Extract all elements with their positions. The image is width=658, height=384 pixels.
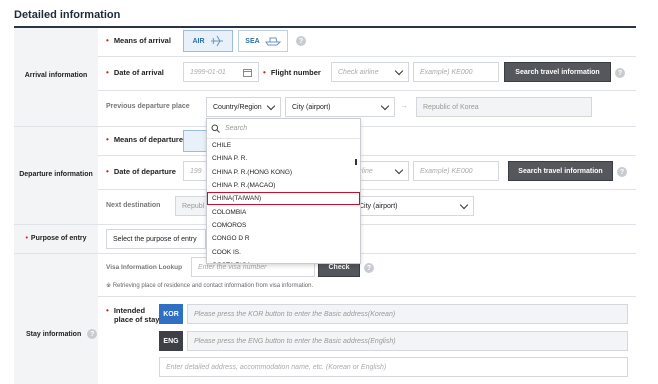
dropdown-option[interactable]: CHINA P. R.(MACAO) bbox=[207, 179, 360, 192]
eng-address-field: Please press the ENG button to enter the… bbox=[187, 331, 628, 351]
visa-lookup-label: Visa Information Lookup bbox=[106, 264, 183, 271]
sea-button[interactable]: SEA bbox=[238, 30, 288, 52]
dropdown-option[interactable]: CHILE bbox=[207, 139, 360, 152]
chevron-down-icon bbox=[394, 66, 404, 75]
visa-note: ※ Retrieving place of residence and cont… bbox=[106, 283, 314, 289]
flight-number-input[interactable]: Example) KE000 bbox=[413, 62, 499, 82]
dropdown-option[interactable]: COMOROS bbox=[207, 219, 360, 232]
divider-row bbox=[98, 189, 636, 190]
section-stay-label: Stay information ? bbox=[26, 329, 98, 339]
dropdown-option[interactable]: COSTA RICA bbox=[207, 259, 360, 263]
divider-row bbox=[98, 90, 636, 91]
dropdown-option[interactable]: COOK IS. bbox=[207, 245, 360, 258]
arrow-right-icon: → bbox=[400, 101, 408, 110]
arrival-date-input[interactable]: 1999-01-01 bbox=[183, 62, 259, 82]
country-dropdown[interactable]: Search CHILE CHINA P. R. CHINA P. R.(HONG … bbox=[206, 118, 361, 264]
dropdown-option[interactable]: CHINA P. R. bbox=[207, 152, 360, 165]
divider-row bbox=[98, 296, 636, 297]
airplane-icon bbox=[210, 35, 223, 47]
calendar-icon bbox=[243, 68, 252, 77]
destination-country: Republic of Korea bbox=[416, 97, 592, 117]
search-icon bbox=[211, 124, 220, 133]
title-divider bbox=[14, 26, 636, 28]
dropdown-option[interactable]: COLOMBIA bbox=[207, 205, 360, 218]
next-city-select[interactable]: City (airport) bbox=[352, 196, 474, 216]
chevron-down-icon bbox=[459, 200, 469, 209]
help-icon[interactable]: ? bbox=[296, 36, 306, 46]
dropdown-list: CHILE CHINA P. R. CHINA P. R.(HONG KONG) CH… bbox=[207, 139, 360, 263]
date-of-arrival-label: • Date of arrival bbox=[106, 68, 164, 77]
ship-icon bbox=[264, 37, 281, 46]
kor-address-button[interactable]: KOR bbox=[159, 304, 183, 324]
air-button[interactable]: AIR bbox=[183, 30, 233, 52]
section-departure-label: Departure information bbox=[19, 171, 93, 178]
dropdown-option[interactable]: CHINA P. R.(HONG KONG) bbox=[207, 166, 360, 179]
kor-address-field: Please press the KOR button to enter the… bbox=[187, 304, 628, 324]
means-of-arrival-label: • Means of arrival bbox=[106, 36, 171, 45]
divider-row bbox=[98, 155, 636, 156]
section-arrival-label: Arrival information bbox=[24, 72, 88, 79]
dropdown-search-input[interactable]: Search bbox=[207, 119, 360, 139]
next-destination-label: Next destination bbox=[106, 202, 161, 209]
flight-number-label: • Flight number bbox=[263, 68, 321, 77]
intended-place-label: • Intended place of stay bbox=[106, 306, 160, 324]
country-select[interactable]: Country/Region bbox=[206, 97, 281, 117]
page-title: Detailed information bbox=[14, 9, 121, 21]
means-of-departure-label: • Means of departure bbox=[106, 135, 183, 144]
departure-flight-input[interactable]: Example) KE000 bbox=[413, 161, 499, 181]
dropdown-scrollbar[interactable] bbox=[355, 159, 357, 165]
divider-row bbox=[98, 56, 636, 57]
dropdown-option[interactable]: CONGO D R bbox=[207, 232, 360, 245]
eng-address-button[interactable]: ENG bbox=[159, 331, 183, 351]
chevron-down-icon bbox=[380, 101, 390, 110]
search-travel-button[interactable]: Search travel information bbox=[504, 62, 611, 82]
help-icon[interactable]: ? bbox=[87, 329, 98, 339]
dropdown-option[interactable]: CHINA(TAIWAN) bbox=[207, 192, 360, 205]
date-of-departure-label: • Date of departure bbox=[106, 167, 176, 176]
chevron-down-icon bbox=[266, 101, 276, 110]
next-country-select[interactable]: Republ bbox=[175, 196, 207, 216]
detail-address-input[interactable]: Enter detailed address, accommodation na… bbox=[159, 357, 628, 377]
chevron-down-icon bbox=[394, 165, 404, 174]
airline-select[interactable]: Check airline bbox=[331, 62, 409, 82]
section-purpose-label: • Purpose of entry bbox=[25, 235, 87, 242]
help-icon[interactable]: ? bbox=[364, 263, 374, 273]
help-icon[interactable]: ? bbox=[615, 68, 625, 78]
previous-departure-label: Previous departure place bbox=[106, 103, 190, 110]
purpose-select[interactable]: Select the purpose of entry bbox=[106, 229, 206, 249]
help-icon[interactable]: ? bbox=[617, 167, 627, 177]
city-airport-select[interactable]: City (airport) bbox=[285, 97, 395, 117]
departure-search-travel-button[interactable]: Search travel information bbox=[508, 161, 613, 181]
